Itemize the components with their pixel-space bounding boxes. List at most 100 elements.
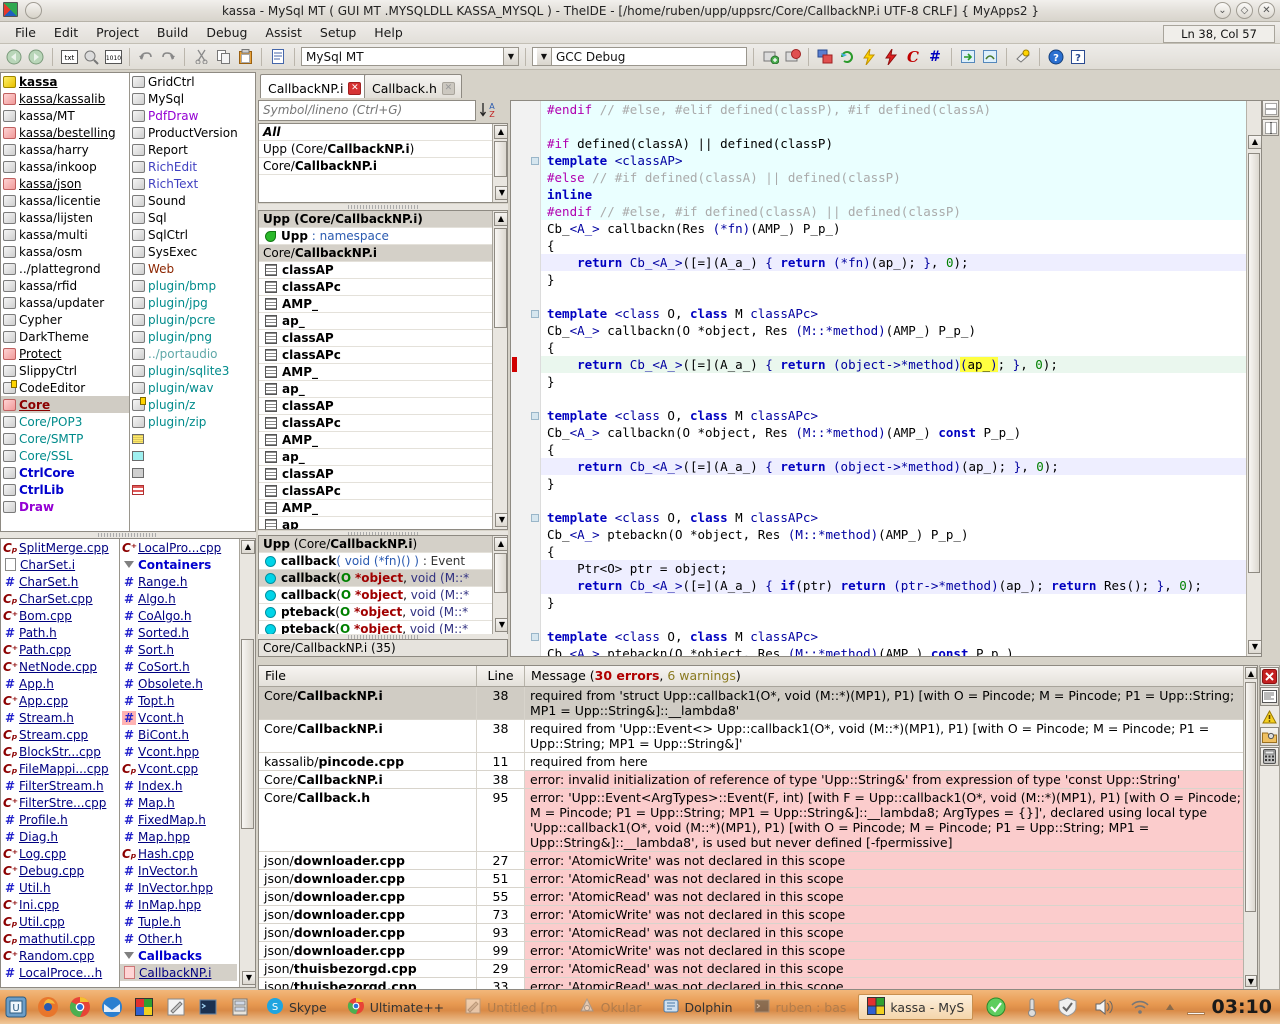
file-item[interactable]: #Tuple.h	[120, 913, 237, 930]
file-item[interactable]: CₚUtil.cpp	[1, 913, 119, 930]
fold-icon[interactable]	[531, 633, 539, 641]
menu-setup[interactable]: Setup	[311, 23, 365, 42]
code-line[interactable]: {	[541, 543, 1261, 560]
editor-code-area[interactable]: #endif // #else, #elif defined(classP), …	[541, 101, 1261, 656]
file-item[interactable]: Containers	[120, 556, 237, 573]
scroll-down-button[interactable]: ▼	[1245, 975, 1257, 987]
gutter-line[interactable]	[511, 492, 540, 509]
editor-side-toolbar[interactable]	[1262, 100, 1280, 160]
scroll-up-button[interactable]: ▲	[1245, 667, 1257, 679]
package-item[interactable]: plugin/sqlite3	[130, 362, 256, 379]
code-line[interactable]: Cb_<A_> ptebackn(O *object, Res (M::*met…	[541, 645, 1261, 657]
maximize-button[interactable]: ◇	[1236, 2, 1253, 19]
close-button[interactable]: ✕	[1258, 2, 1275, 19]
stepinto-icon[interactable]	[958, 47, 978, 67]
symbol-group-header[interactable]: Upp (Core/CallbackNP.i)	[259, 211, 507, 228]
package-item[interactable]: Core	[1, 396, 129, 413]
stop-icon[interactable]	[1260, 667, 1279, 686]
wifi-icon[interactable]	[1127, 994, 1153, 1020]
symbol-func-group-header[interactable]: Upp (Core/CallbackNP.i)	[259, 536, 507, 553]
menu-project[interactable]: Project	[87, 23, 148, 42]
package-item[interactable]: kassa/MT	[1, 107, 129, 124]
symbol-function-item[interactable]: callback(O *object, void (M::*	[259, 570, 507, 587]
package-item[interactable]: MySql	[130, 90, 256, 107]
gutter-line[interactable]	[511, 390, 540, 407]
symbol-scope-list[interactable]: AllUpp (Core/CallbackNP.i)Core/CallbackN…	[258, 123, 508, 203]
scroll-thumb[interactable]	[241, 639, 254, 829]
file-item[interactable]: #Obsolete.h	[120, 675, 237, 692]
file-item[interactable]: #Util.h	[1, 879, 119, 896]
symbol-item[interactable]: ap_	[259, 449, 507, 466]
start-menu-icon[interactable]: U	[3, 994, 29, 1020]
code-line[interactable]: inline	[541, 186, 1261, 203]
fold-icon[interactable]	[531, 412, 539, 420]
console-side-toolbar[interactable]	[1259, 665, 1280, 990]
cut-icon[interactable]	[191, 47, 211, 67]
editor-tabbar[interactable]: CallbackNP.i ✕ Callback.h ✕	[258, 72, 508, 98]
package-item[interactable]: ../portaudio	[130, 345, 256, 362]
file-item[interactable]: #InMap.hpp	[120, 896, 237, 913]
gutter-line[interactable]	[511, 339, 540, 356]
gutter-line[interactable]	[511, 356, 540, 373]
symbol-item[interactable]: AMP_	[259, 432, 507, 449]
editor-gutter[interactable]	[511, 101, 541, 656]
window-menu-icon[interactable]	[25, 2, 42, 19]
package-item[interactable]: kassa/rfid	[1, 277, 129, 294]
file-item[interactable]: #Vcont.hpp	[120, 743, 237, 760]
code-line[interactable]: {	[541, 441, 1261, 458]
gutter-line[interactable]	[511, 203, 540, 220]
gutter-line[interactable]	[511, 458, 540, 475]
package-item[interactable]	[130, 430, 256, 447]
scroll-down-button[interactable]: ▼	[495, 618, 508, 632]
column-header-message[interactable]: Message (30 errors, 6 warnings)	[525, 666, 1257, 686]
questionmark-icon[interactable]: ?	[1068, 47, 1088, 67]
debug-icon[interactable]	[881, 47, 901, 67]
package-item[interactable]: plugin/wav	[130, 379, 256, 396]
close-icon[interactable]: ✕	[348, 82, 361, 95]
file-item[interactable]: CₚBlockStr...cpp	[1, 743, 119, 760]
symbol-item[interactable]: classAPc	[259, 347, 507, 364]
symbol-search-input[interactable]	[258, 100, 476, 121]
package-item[interactable]: Core/POP3	[1, 413, 129, 430]
package-item[interactable]: GridCtrl	[130, 73, 256, 90]
file-item[interactable]: C⁺Debug.cpp	[1, 862, 119, 879]
file-item[interactable]: #Sort.h	[120, 641, 237, 658]
file-item[interactable]: CₚFileMappi...cpp	[1, 760, 119, 777]
code-line[interactable]: {	[541, 339, 1261, 356]
symbol-item[interactable]: Upp : namespace	[259, 228, 507, 245]
menu-assist[interactable]: Assist	[256, 23, 310, 42]
paste-icon[interactable]	[235, 47, 255, 67]
menu-edit[interactable]: Edit	[45, 23, 87, 42]
scroll-up-button[interactable]: ▲	[494, 212, 508, 226]
package-item[interactable]: Cypher	[1, 311, 129, 328]
code-line[interactable]	[541, 611, 1261, 628]
file-item[interactable]: #Algo.h	[120, 590, 237, 607]
calculator-icon[interactable]	[1260, 747, 1279, 766]
gutter-line[interactable]	[511, 135, 540, 152]
symbol-item[interactable]: AMP_	[259, 500, 507, 517]
package-item[interactable]: CodeEditor	[1, 379, 129, 396]
file-icon[interactable]	[268, 47, 288, 67]
file-item[interactable]: CallbackNP.i	[120, 964, 237, 981]
console-rows[interactable]: Core/CallbackNP.i38required from 'struct…	[259, 687, 1257, 990]
chrome-icon[interactable]	[67, 994, 93, 1020]
menu-help[interactable]: Help	[365, 23, 412, 42]
symbol-function-item[interactable]: callback( void (*fn)() ) : Event	[259, 553, 507, 570]
gutter-line[interactable]	[511, 560, 540, 577]
symbol-item[interactable]: classAPc	[259, 279, 507, 296]
gutter-line[interactable]	[511, 186, 540, 203]
file-item[interactable]: CharSet.i	[1, 556, 119, 573]
package-item[interactable]: kassa/osm	[1, 243, 129, 260]
gutter-line[interactable]	[511, 509, 540, 526]
package-item[interactable]: RichText	[130, 175, 256, 192]
thermometer-icon[interactable]	[1019, 994, 1045, 1020]
file-item[interactable]: C⁺NetNode.cpp	[1, 658, 119, 675]
chevron-down-icon[interactable]: ▼	[503, 48, 518, 65]
close-icon[interactable]: ✕	[442, 82, 455, 95]
code-line[interactable]: }	[541, 271, 1261, 288]
file-item[interactable]: #Stream.h	[1, 709, 119, 726]
package-item[interactable]: Draw	[1, 498, 129, 515]
symbol-scope-item[interactable]: Core/CallbackNP.i	[259, 158, 507, 175]
package-item[interactable]: SlippyCtrl	[1, 362, 129, 379]
code-line[interactable]: #endif // #else, #if defined(classA) || …	[541, 203, 1261, 220]
